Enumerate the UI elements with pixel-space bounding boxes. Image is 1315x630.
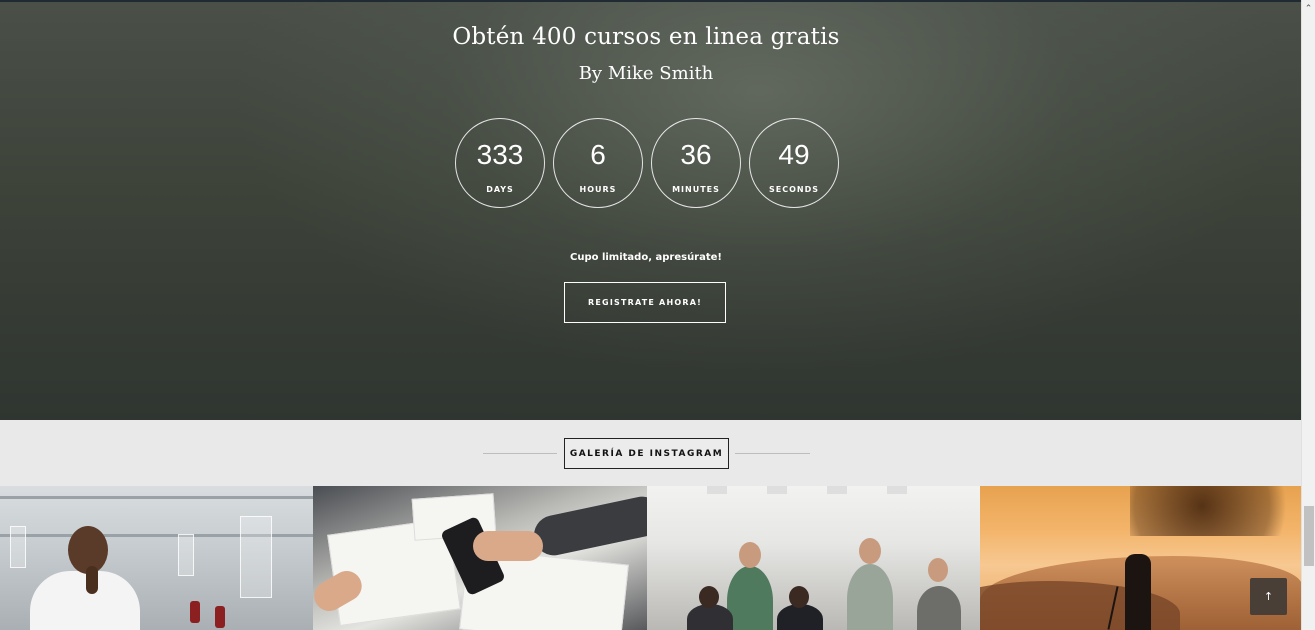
countdown-days-value: 333 bbox=[476, 139, 524, 170]
page: Obtén 400 cursos en linea gratis By Mike… bbox=[0, 0, 1315, 630]
countdown-hours-label: HOURS bbox=[579, 185, 617, 194]
countdown-seconds: 49 SECONDS bbox=[749, 118, 839, 208]
divider-left bbox=[483, 453, 557, 454]
register-now-button[interactable]: REGISTRATE AHORA! bbox=[564, 282, 726, 323]
limited-spots-note: Cupo limitado, apresúrate! bbox=[569, 252, 722, 263]
hero-author: By Mike Smith bbox=[578, 63, 714, 84]
divider-right bbox=[735, 453, 810, 454]
design-table-photo[interactable] bbox=[313, 486, 647, 630]
countdown-minutes: 36 MINUTES bbox=[651, 118, 741, 208]
arrow-up-icon: ↑ bbox=[1263, 590, 1274, 603]
countdown-hours: 6 HOURS bbox=[553, 118, 643, 208]
countdown-days: 333 DAYS bbox=[455, 118, 545, 208]
team-meeting-photo[interactable] bbox=[647, 486, 980, 630]
countdown-minutes-value: 36 bbox=[680, 139, 712, 170]
countdown-seconds-value: 49 bbox=[778, 139, 810, 170]
countdown-timer: 333 DAYS 6 HOURS 36 MINUTES 49 SECONDS bbox=[455, 118, 839, 208]
page-scrollbar[interactable]: ⌃ bbox=[1301, 0, 1315, 630]
countdown-hours-value: 6 bbox=[590, 139, 606, 170]
instagram-section: GALERÍA DE INSTAGRAM bbox=[0, 420, 1302, 630]
scroll-up-arrow-icon[interactable]: ⌃ bbox=[1302, 2, 1315, 16]
hero-section: Obtén 400 cursos en linea gratis By Mike… bbox=[0, 2, 1302, 420]
lab-photo[interactable] bbox=[0, 486, 313, 630]
countdown-seconds-label: SECONDS bbox=[769, 185, 819, 194]
hero-title: Obtén 400 cursos en linea gratis bbox=[452, 24, 840, 50]
scroll-thumb[interactable] bbox=[1304, 506, 1314, 566]
instagram-gallery bbox=[0, 486, 1302, 630]
countdown-days-label: DAYS bbox=[486, 185, 514, 194]
back-to-top-button[interactable]: ↑ bbox=[1250, 578, 1287, 615]
instagram-gallery-heading: GALERÍA DE INSTAGRAM bbox=[564, 438, 729, 469]
countdown-minutes-label: MINUTES bbox=[672, 185, 720, 194]
